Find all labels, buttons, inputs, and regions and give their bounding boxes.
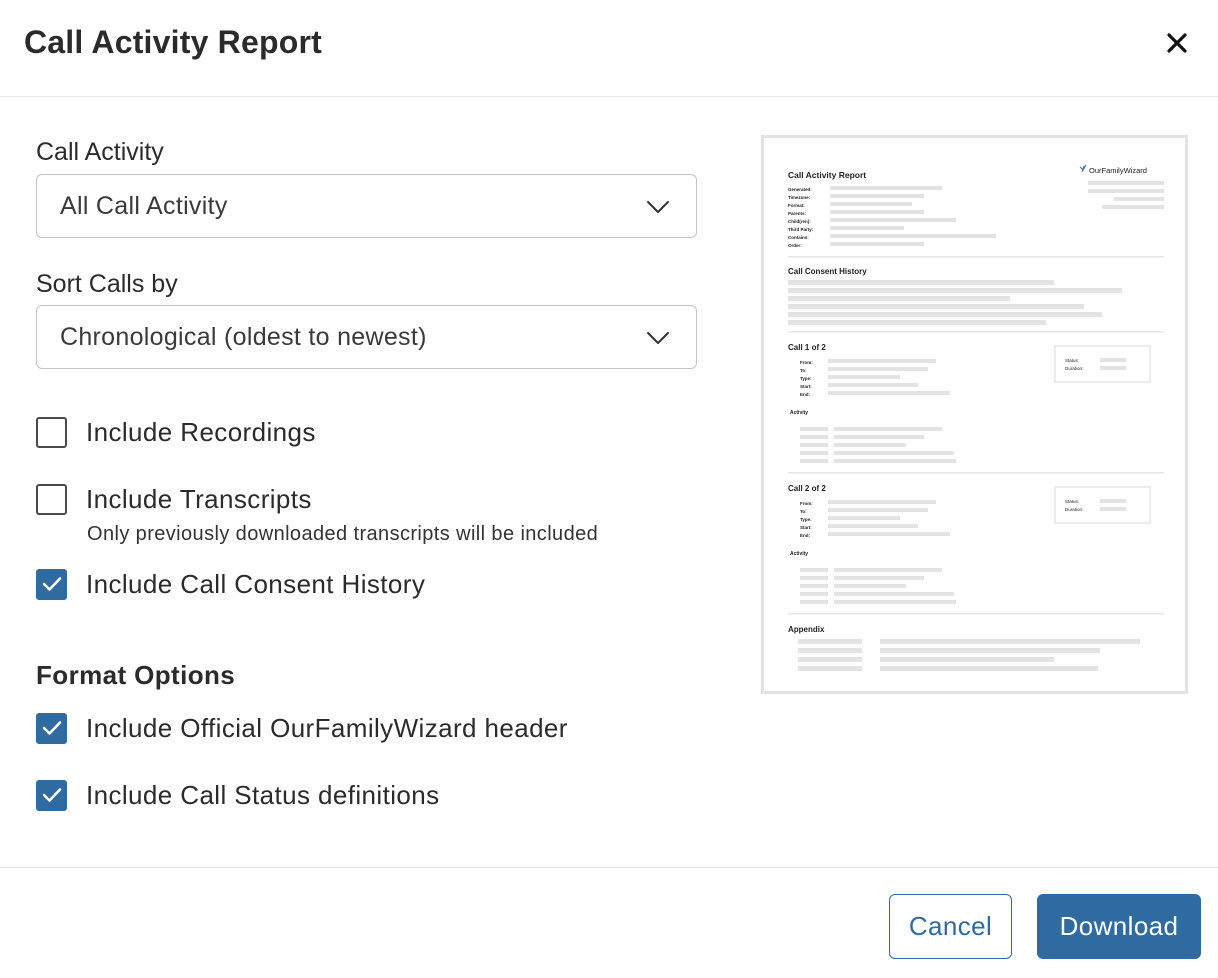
preview-call-2-title: Call 2 of 2 [788, 484, 826, 493]
sort-calls-select[interactable]: Chronological (oldest to newest) [36, 305, 697, 369]
include-transcripts-checkbox[interactable]: Include Transcripts [36, 483, 312, 515]
preview-call-2-field-4: End: [800, 533, 810, 538]
preview-meta-label-3: Parents: [788, 211, 807, 216]
preview-appendix-lines [798, 639, 1140, 671]
checkmark-icon [42, 788, 61, 802]
preview-consent-lines [788, 280, 1122, 325]
preview-call-1-field-0: From: [800, 360, 813, 365]
checkbox-box[interactable] [36, 483, 67, 515]
preview-meta-label-6: Contains: [788, 235, 809, 240]
preview-consent-title: Call Consent History [788, 267, 867, 276]
preview-call-2-status: Status: [1065, 499, 1079, 504]
preview-meta-label-7: Order: [788, 243, 802, 248]
include-official-header-label: Include Official OurFamilyWizard header [86, 712, 568, 743]
preview-call-1-activity: Activity [790, 410, 808, 416]
preview-call-1-title: Call 1 of 2 [788, 343, 826, 352]
dialog-footer [0, 867, 1218, 978]
include-status-definitions-label: Include Call Status definitions [86, 779, 440, 810]
preview-meta-labels: Generated: Timezone: Format: Parents: Child(… [788, 187, 814, 248]
checkbox-box[interactable] [36, 568, 67, 600]
close-icon [1167, 33, 1187, 53]
cancel-button[interactable]: Cancel [889, 894, 1012, 959]
call-activity-value: All Call Activity [60, 192, 228, 220]
report-preview-page: Call Activity Report OurFamilyWizard Gen… [788, 164, 1164, 671]
include-status-definitions-checkbox[interactable]: Include Call Status definitions [36, 779, 440, 811]
preview-call-2-field-0: From: [800, 501, 813, 506]
preview-brand: OurFamilyWizard [1089, 166, 1147, 175]
preview-call-2-field-1: To: [800, 509, 807, 514]
dialog-header: Call Activity Report [0, 0, 1218, 97]
include-official-header-checkbox[interactable]: Include Official OurFamilyWizard header [36, 712, 568, 744]
sort-calls-label: Sort Calls by [36, 270, 178, 298]
preview-meta-label-1: Timezone: [788, 195, 811, 200]
preview-call-1-duration: Duration: [1065, 366, 1083, 371]
preview-call-2-fields: From: To: Type: Start: End: [800, 501, 813, 538]
preview-meta-label-0: Generated: [788, 187, 812, 192]
preview-meta-label-5: Third Party: [788, 227, 814, 232]
preview-call-1-status: Status: [1065, 358, 1079, 363]
transcripts-help-text: Only previously downloaded transcripts w… [87, 523, 599, 545]
include-recordings-label: Include Recordings [86, 416, 316, 447]
preview-call-2-activity: Activity [790, 551, 808, 557]
checkmark-icon [42, 577, 61, 591]
preview-appendix-title: Appendix [788, 625, 825, 634]
preview-title: Call Activity Report [788, 170, 866, 180]
checkbox-box[interactable] [36, 779, 67, 811]
preview-meta-label-4: Child(ren): [788, 219, 811, 224]
format-options-title: Format Options [36, 660, 236, 690]
include-recordings-checkbox[interactable]: Include Recordings [36, 416, 316, 448]
call-activity-select[interactable]: All Call Activity [36, 174, 697, 238]
close-button[interactable] [1158, 24, 1196, 62]
call-activity-label: Call Activity [36, 138, 164, 166]
chevron-down-icon [647, 332, 669, 344]
checkbox-box[interactable] [36, 712, 67, 744]
chevron-down-icon [647, 201, 669, 213]
sort-calls-value: Chronological (oldest to newest) [60, 323, 427, 351]
download-button[interactable]: Download [1037, 894, 1201, 959]
preview-call-2-duration: Duration: [1065, 507, 1083, 512]
preview-call-1-fields: From: To: Type: Start: End: [800, 360, 813, 397]
preview-meta-lines [830, 181, 1164, 246]
preview-call-1-field-4: End: [800, 392, 810, 397]
preview-call-1-field-3: Start: [800, 384, 812, 389]
include-transcripts-label: Include Transcripts [86, 483, 312, 514]
include-consent-history-checkbox[interactable]: Include Call Consent History [36, 568, 425, 600]
include-consent-history-label: Include Call Consent History [86, 568, 426, 599]
checkbox-box[interactable] [36, 416, 67, 448]
checkmark-icon [42, 721, 61, 735]
preview-meta-label-2: Format: [788, 203, 805, 208]
preview-call-2-field-2: Type: [800, 517, 812, 522]
dialog-title: Call Activity Report [24, 24, 322, 60]
report-preview: Call Activity Report OurFamilyWizard Gen… [761, 135, 1188, 694]
preview-call-1-field-2: Type: [800, 376, 812, 381]
brand-logo-icon [1079, 164, 1087, 173]
preview-call-1-field-1: To: [800, 368, 807, 373]
preview-call-2-field-3: Start: [800, 525, 812, 530]
